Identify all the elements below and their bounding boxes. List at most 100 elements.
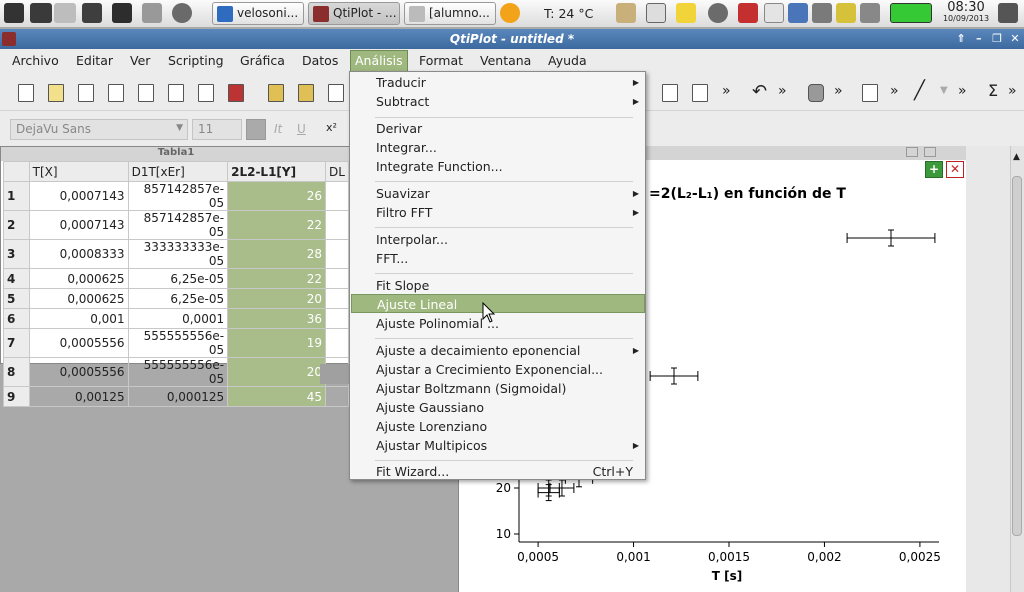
table-cell[interactable] (325, 210, 349, 240)
menu-datos[interactable]: Datos (302, 53, 338, 68)
shade-icon[interactable]: ⇑ (954, 32, 968, 46)
menu-item-ajuste-decaimiento[interactable]: Ajuste a decaimiento eponencial ▶ (351, 341, 645, 360)
table-cell[interactable] (325, 328, 349, 358)
table-cell[interactable]: 0,0007143 (28, 181, 129, 211)
table-cell-selected[interactable]: 22 (227, 210, 327, 240)
new-matrix-icon[interactable] (108, 84, 124, 102)
table-cell[interactable]: 555555556e-05 (127, 357, 229, 387)
table-cell[interactable]: 0,0001 (127, 308, 229, 329)
column-header[interactable]: D1T[xEr] (127, 161, 229, 182)
font-size-spinbox[interactable]: 11 (192, 119, 242, 140)
row-number[interactable]: 9 (3, 386, 30, 407)
table-cell-selected[interactable]: 20 (227, 357, 327, 387)
font-family-combo[interactable]: DejaVu Sans ▼ (10, 119, 188, 140)
superscript-button[interactable]: x² (326, 121, 337, 134)
new-function-icon[interactable] (168, 84, 184, 102)
data-display-icon[interactable] (692, 84, 708, 102)
task-alumno[interactable]: [alumno... (404, 2, 496, 25)
row-number[interactable]: 5 (3, 288, 30, 309)
scroll-up-icon[interactable]: ▲ (1013, 152, 1020, 162)
draw-line-icon[interactable]: ╱ (914, 80, 925, 101)
menu-item-filtro-fft[interactable]: Filtro FFT ▶ (351, 203, 645, 222)
new-note-icon[interactable] (48, 84, 64, 102)
undo-icon[interactable]: ↶ (752, 81, 767, 102)
table-cell[interactable]: 0,000625 (28, 288, 129, 309)
menu-ayuda[interactable]: Ayuda (548, 53, 587, 68)
menu-item-fit-slope[interactable]: Fit Slope (351, 276, 645, 295)
table-cell[interactable]: 857142857e-05 (127, 181, 229, 211)
overflow-chevron-icon-6[interactable]: » (1008, 83, 1017, 99)
vertical-scrollbar[interactable]: ▲ (1010, 146, 1024, 592)
bold-button[interactable] (246, 119, 266, 140)
save-icon[interactable] (328, 84, 344, 102)
table-cell[interactable]: 0,001 (28, 308, 129, 329)
underline-button[interactable]: U (297, 122, 306, 136)
table-cell[interactable]: 6,25e-05 (127, 288, 229, 309)
row-number[interactable]: 1 (3, 181, 30, 211)
new-table-icon[interactable] (78, 84, 94, 102)
menu-item-lorenziano[interactable]: Ajuste Lorenziano (351, 417, 645, 436)
graph-minimize-icon[interactable] (906, 147, 918, 157)
menu-item-suavizar[interactable]: Suavizar ▶ (351, 184, 645, 203)
workspace-2-icon[interactable] (54, 3, 76, 23)
menu-item-fit-wizard[interactable]: Fit Wizard... Ctrl+Y (351, 462, 645, 481)
overflow-chevron-icon-2[interactable]: » (778, 83, 787, 99)
row-number[interactable]: 7 (3, 328, 30, 358)
maximize-icon[interactable]: ❐ (990, 32, 1004, 46)
open-template-icon[interactable] (298, 84, 314, 102)
menu-item-gaussiano[interactable]: Ajuste Gaussiano (351, 398, 645, 417)
chart-icon[interactable] (788, 3, 808, 23)
table-cell[interactable]: 0,0008333 (28, 239, 129, 269)
table-cell[interactable]: 0,00125 (28, 386, 129, 407)
menu-archivo[interactable]: Archivo (12, 53, 59, 68)
table-cell-selected[interactable]: 26 (227, 181, 327, 211)
menu-item-interpolar[interactable]: Interpolar... (351, 230, 645, 249)
close-app-icon[interactable] (738, 3, 758, 23)
new-project-icon[interactable] (18, 84, 34, 102)
terminal-icon[interactable] (112, 3, 132, 23)
menu-grafica[interactable]: Gráfica (240, 53, 285, 68)
remove-layer-icon[interactable]: ✕ (946, 161, 964, 178)
overflow-chevron-icon-5[interactable]: » (958, 83, 967, 99)
menu-item-ajuste-lineal[interactable]: Ajuste Lineal (351, 294, 645, 313)
close-icon[interactable]: ✕ (1008, 32, 1022, 46)
column-header-selected[interactable]: 2L2-L1[Y] (227, 161, 327, 182)
network-icon[interactable] (860, 3, 880, 23)
bookmark-icon[interactable] (646, 3, 666, 23)
window-icon[interactable] (764, 3, 784, 23)
workspace-1-icon[interactable] (30, 3, 52, 23)
table-cell-selected[interactable]: 20 (227, 288, 327, 309)
menu-scripting[interactable]: Scripting (168, 53, 224, 68)
table-cell[interactable]: 333333333e-05 (127, 239, 229, 269)
run-script-icon[interactable] (808, 84, 824, 102)
table-cell-selected[interactable]: 19 (227, 328, 327, 358)
table-cell[interactable] (325, 181, 349, 211)
menu-editar[interactable]: Editar (76, 53, 113, 68)
row-number[interactable]: 3 (3, 239, 30, 269)
table-cell[interactable]: 555555556e-05 (127, 328, 229, 358)
new-3d-icon[interactable] (198, 84, 214, 102)
table-window[interactable]: Tabla1 T[X] D1T[xEr] 2L2-L1[Y] DL 1 0,000… (0, 146, 351, 407)
open-folder-icon[interactable] (268, 84, 284, 102)
italic-button[interactable]: It (274, 122, 282, 136)
overflow-chevron-icon-3[interactable]: » (834, 83, 843, 99)
graph-maximize-icon[interactable] (924, 147, 936, 157)
layer-icon[interactable] (862, 84, 878, 102)
row-number[interactable]: 6 (3, 308, 30, 329)
new-graph-icon[interactable] (138, 84, 154, 102)
menu-item-multipicos[interactable]: Ajustar Multipicos ▶ (351, 436, 645, 455)
row-number[interactable]: 2 (3, 210, 30, 240)
table-cell[interactable]: 0,000125 (127, 386, 229, 407)
data-table[interactable]: T[X] D1T[xEr] 2L2-L1[Y] DL 1 0,0007143 857… (3, 161, 349, 407)
menu-ver[interactable]: Ver (130, 53, 150, 68)
column-header[interactable]: T[X] (28, 161, 129, 182)
sigma-icon[interactable]: Σ (988, 81, 998, 100)
shield-icon[interactable] (812, 3, 832, 23)
table-cell[interactable]: 0,0005556 (28, 328, 129, 358)
menu-item-traducir[interactable]: Traducir ▶ (351, 73, 645, 92)
table-cell-selected[interactable]: 36 (227, 308, 327, 329)
files-icon[interactable] (82, 3, 102, 23)
menu-item-ajuste-polinomial[interactable]: Ajuste Polinomial ... (351, 314, 645, 333)
minimize-icon[interactable]: – (972, 32, 986, 46)
menu-analisis[interactable]: Análisis (350, 50, 408, 72)
